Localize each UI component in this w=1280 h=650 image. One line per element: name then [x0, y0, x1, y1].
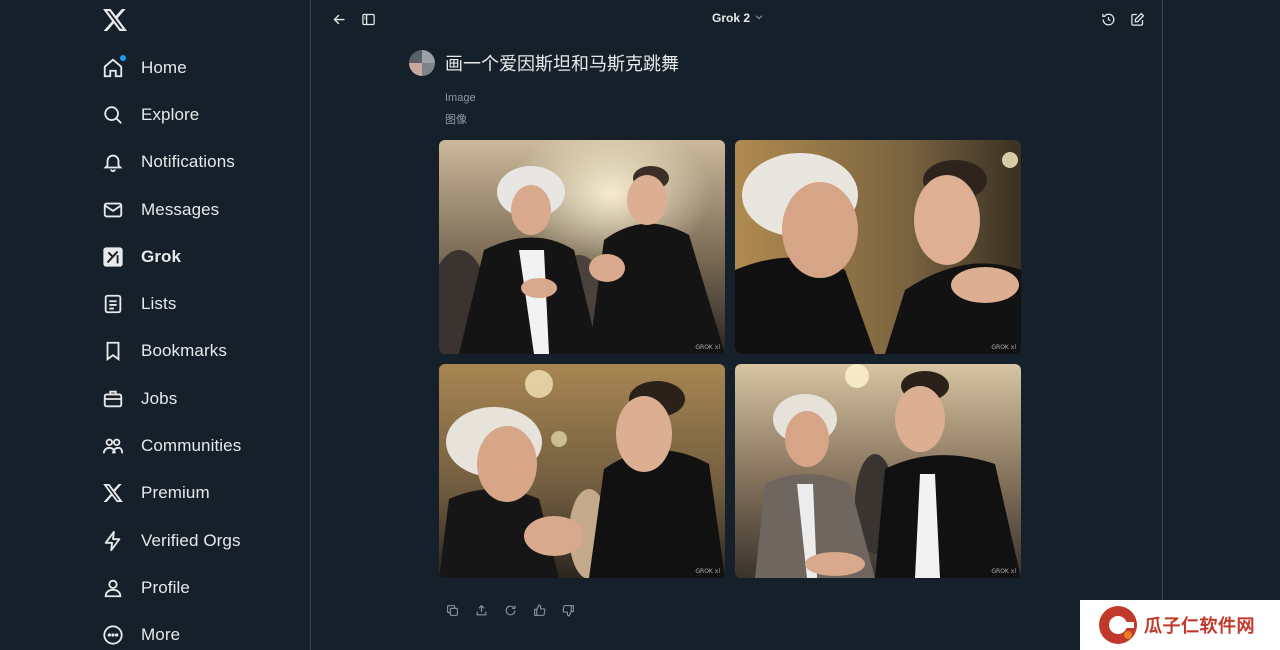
primary-nav: Home Explore Notifications Messages Grok [101, 44, 241, 650]
nav-label-explore: Explore [141, 104, 200, 124]
nav-label-premium: Premium [141, 483, 210, 503]
response-type-label: Image [445, 92, 476, 104]
back-arrow-icon[interactable] [329, 9, 349, 29]
grok-icon [101, 245, 125, 269]
nav-label-notifications: Notifications [141, 152, 235, 172]
image-watermark: GROK xl [991, 344, 1016, 351]
user-message: 画一个爱因斯坦和马斯克跳舞 [409, 50, 679, 76]
site-watermark-text: 瓜子仁软件网 [1144, 616, 1255, 636]
nav-label-home: Home [141, 57, 187, 77]
model-label: Grok 2 [712, 11, 751, 25]
generated-image-2[interactable]: GROK xl [735, 140, 1021, 354]
nav-item-home[interactable]: Home [101, 44, 241, 91]
generated-image-3[interactable]: GROK xl [439, 364, 725, 578]
grok-topbar: Grok 2 [311, 0, 1163, 38]
nav-label-verified-orgs: Verified Orgs [141, 530, 241, 550]
regenerate-icon[interactable] [502, 602, 518, 618]
nav-label-jobs: Jobs [141, 388, 178, 408]
site-watermark-banner: 瓜子仁软件网 [1080, 600, 1280, 650]
search-icon [101, 103, 125, 127]
nav-label-profile: Profile [141, 577, 190, 597]
people-icon [101, 434, 125, 458]
user-prompt-text: 画一个爱因斯坦和马斯克跳舞 [445, 54, 679, 74]
nav-item-notifications[interactable]: Notifications [101, 139, 241, 186]
model-selector[interactable]: Grok 2 [712, 11, 764, 25]
copy-icon[interactable] [444, 602, 460, 618]
person-icon [101, 576, 125, 600]
nav-item-bookmarks[interactable]: Bookmarks [101, 328, 241, 375]
avatar[interactable] [409, 50, 435, 76]
image-watermark: GROK xl [991, 568, 1016, 575]
image-watermark: GROK xl [695, 344, 720, 351]
generated-image-4[interactable]: GROK xl [735, 364, 1021, 578]
bookmark-icon [101, 339, 125, 363]
list-icon [101, 292, 125, 316]
sidebar: Home Explore Notifications Messages Grok [0, 0, 311, 650]
x-logo-icon [101, 481, 125, 505]
nav-item-more[interactable]: More [101, 612, 241, 650]
grok-main-panel: Grok 2 画一个爱因斯坦和马斯克跳舞 Image 图像 GROK xl GR… [311, 0, 1163, 650]
bell-icon [101, 150, 125, 174]
sidebar-toggle-icon[interactable] [358, 9, 378, 29]
home-icon [101, 54, 126, 80]
nav-label-bookmarks: Bookmarks [141, 341, 227, 361]
nav-label-grok: Grok [141, 246, 182, 266]
nav-item-lists[interactable]: Lists [101, 280, 241, 327]
nav-label-lists: Lists [141, 294, 177, 314]
share-icon[interactable] [473, 602, 489, 618]
more-circle-icon [101, 623, 125, 647]
nav-label-messages: Messages [141, 199, 220, 219]
new-chat-icon[interactable] [1127, 9, 1147, 29]
generated-image-1[interactable]: GROK xl [439, 140, 725, 354]
thumbs-down-icon[interactable] [560, 602, 576, 618]
response-actions [444, 602, 576, 618]
nav-item-premium[interactable]: Premium [101, 470, 241, 517]
envelope-icon [101, 198, 125, 222]
chevron-down-icon [754, 11, 764, 25]
nav-item-verified-orgs[interactable]: Verified Orgs [101, 517, 241, 564]
nav-item-messages[interactable]: Messages [101, 186, 241, 233]
nav-item-jobs[interactable]: Jobs [101, 375, 241, 422]
history-icon[interactable] [1098, 9, 1118, 29]
briefcase-icon [101, 387, 125, 411]
image-watermark: GROK xl [695, 568, 720, 575]
generated-image-grid: GROK xl GROK xl GROK xl GROK xl [439, 140, 1022, 579]
response-type-label-zh: 图像 [445, 114, 467, 126]
nav-item-grok[interactable]: Grok [101, 233, 241, 280]
site-logo-icon [1098, 605, 1138, 645]
lightning-icon [101, 529, 125, 553]
thumbs-up-icon[interactable] [531, 602, 547, 618]
nav-label-more: More [141, 625, 181, 645]
nav-item-explore[interactable]: Explore [101, 91, 241, 138]
notification-dot [120, 54, 126, 61]
nav-item-communities[interactable]: Communities [101, 422, 241, 469]
nav-label-communities: Communities [141, 436, 242, 456]
x-logo-icon[interactable] [101, 6, 129, 34]
nav-item-profile[interactable]: Profile [101, 564, 241, 611]
